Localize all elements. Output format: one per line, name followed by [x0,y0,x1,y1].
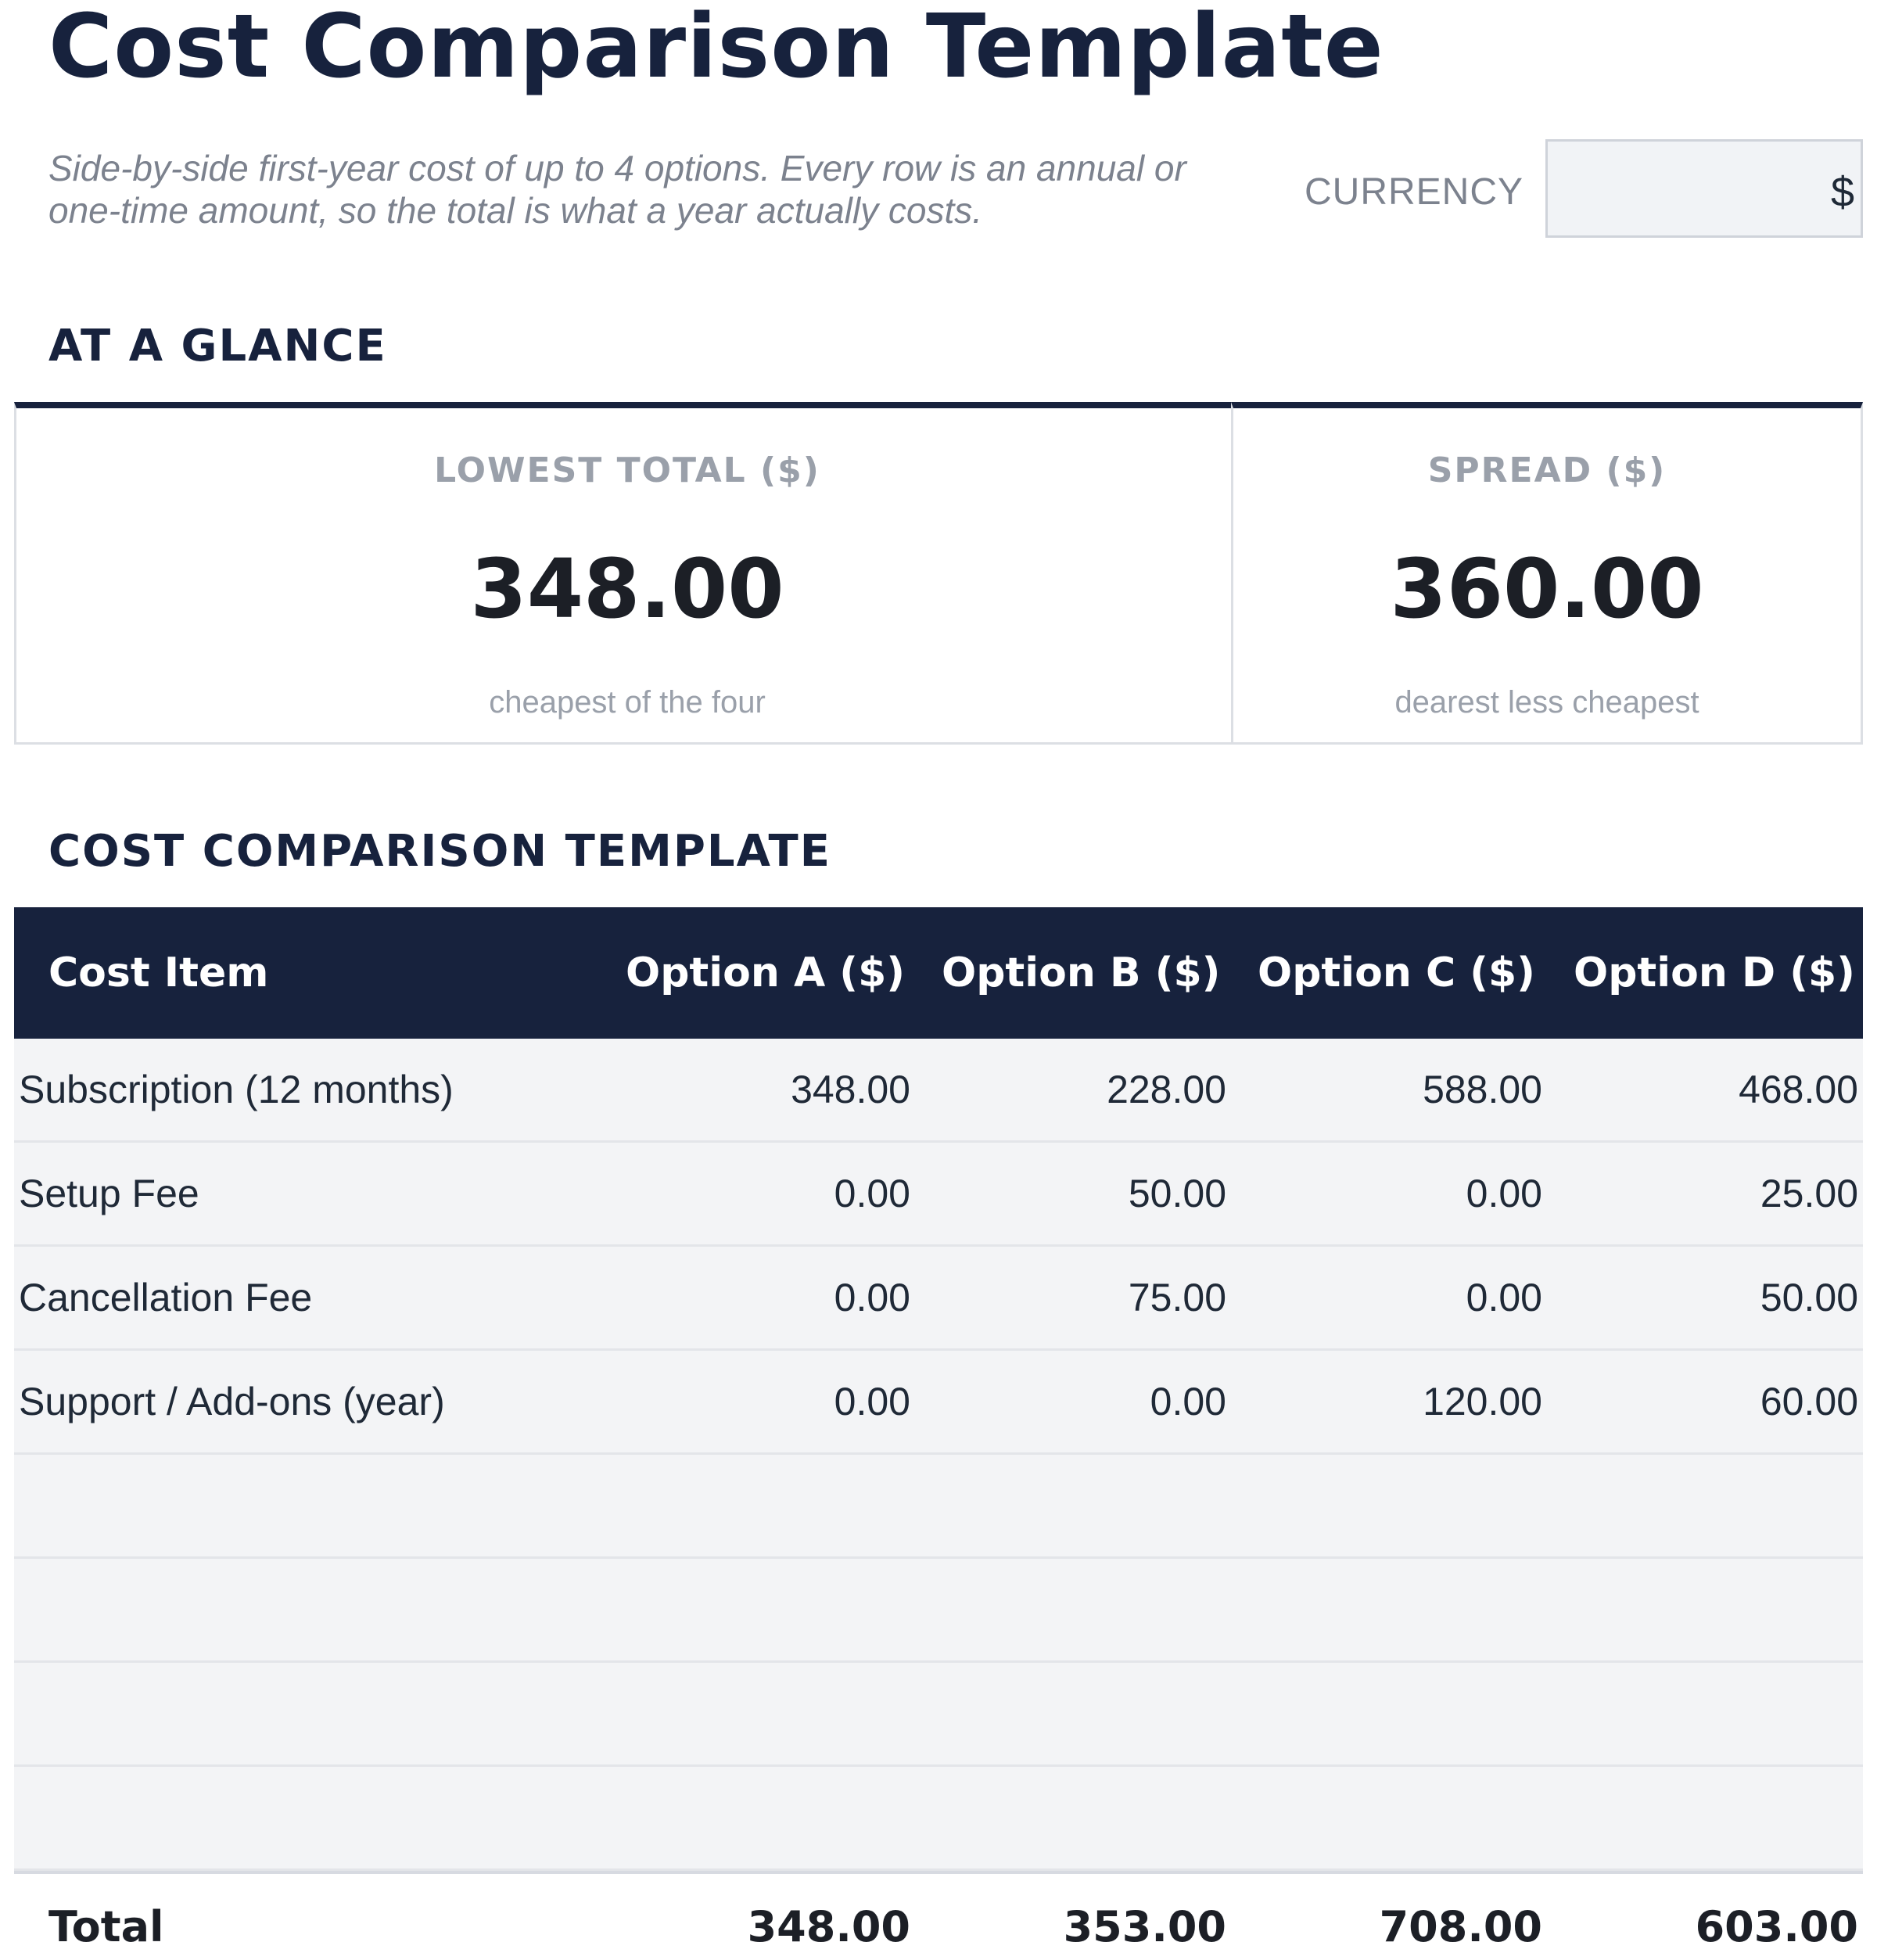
option-c-cell[interactable] [1229,1663,1542,1764]
currency-input[interactable]: $ [1545,139,1863,238]
column-header-option-c: Option C ($) [1258,949,1535,996]
spread-card: SPREAD ($) 360.00 dearest less cheapest [1231,402,1863,745]
cost-table: Cost Item Option A ($) Option B ($) Opti… [14,907,1863,1960]
lowest-total-label: LOWEST TOTAL ($) [434,451,820,490]
option-b-cell[interactable] [913,1663,1226,1764]
option-d-cell[interactable]: 25.00 [1545,1143,1858,1244]
column-header-option-a: Option A ($) [626,949,906,996]
option-d-cell[interactable] [1545,1663,1858,1764]
option-c-cell[interactable] [1229,1767,1542,1868]
option-d-cell[interactable]: 50.00 [1545,1247,1858,1348]
total-option-d: 603.00 [1695,1902,1858,1951]
option-b-cell[interactable]: 50.00 [913,1143,1226,1244]
page-title: Cost Comparison Template [48,0,1384,98]
table-row: Support / Add-ons (year) 0.00 0.00 120.0… [14,1351,1863,1455]
table-row-empty [14,1663,1863,1767]
option-d-cell[interactable] [1545,1455,1858,1556]
lowest-total-note: cheapest of the four [489,685,766,720]
option-b-cell[interactable]: 228.00 [913,1039,1226,1140]
option-a-cell[interactable] [598,1455,910,1556]
option-b-cell[interactable]: 75.00 [913,1247,1226,1348]
glance-heading: AT A GLANCE [48,321,387,372]
option-a-cell[interactable]: 0.00 [598,1143,910,1244]
page-subtitle: Side-by-side first-year cost of up to 4 … [48,148,1186,231]
table-row-empty [14,1767,1863,1871]
table-header-row: Cost Item Option A ($) Option B ($) Opti… [14,907,1863,1039]
option-c-cell[interactable]: 120.00 [1229,1351,1542,1452]
lowest-total-card: LOWEST TOTAL ($) 348.00 cheapest of the … [14,402,1240,745]
cost-item-cell[interactable]: Setup Fee [19,1143,582,1244]
spread-note: dearest less cheapest [1394,685,1699,720]
cost-item-cell[interactable] [19,1767,582,1868]
column-header-option-b: Option B ($) [942,949,1221,996]
option-d-cell[interactable] [1545,1767,1858,1868]
table-row-empty [14,1559,1863,1663]
lowest-total-value: 348.00 [470,541,784,637]
option-c-cell[interactable] [1229,1455,1542,1556]
option-c-cell[interactable] [1229,1559,1542,1660]
option-c-cell[interactable]: 588.00 [1229,1039,1542,1140]
total-option-a: 348.00 [747,1902,910,1951]
table-row: Setup Fee 0.00 50.00 0.00 25.00 [14,1143,1863,1247]
cost-item-cell[interactable]: Cancellation Fee [19,1247,582,1348]
cost-item-cell[interactable]: Support / Add-ons (year) [19,1351,582,1452]
cost-item-cell[interactable]: Subscription (12 months) [19,1039,582,1140]
option-d-cell[interactable] [1545,1559,1858,1660]
option-c-cell[interactable]: 0.00 [1229,1247,1542,1348]
cost-item-cell[interactable] [19,1455,582,1556]
table-row-empty [14,1455,1863,1559]
total-label: Total [48,1902,164,1951]
option-b-cell[interactable] [913,1455,1226,1556]
cost-item-cell[interactable] [19,1663,582,1764]
option-a-cell[interactable]: 0.00 [598,1351,910,1452]
table-row: Subscription (12 months) 348.00 228.00 5… [14,1039,1863,1143]
option-a-cell[interactable] [598,1767,910,1868]
option-a-cell[interactable]: 348.00 [598,1039,910,1140]
spread-value: 360.00 [1390,541,1704,637]
spread-label: SPREAD ($) [1427,451,1667,490]
option-a-cell[interactable] [598,1663,910,1764]
option-b-cell[interactable]: 0.00 [913,1351,1226,1452]
total-row: Total 348.00 353.00 708.00 603.00 [14,1871,1863,1960]
option-d-cell[interactable]: 468.00 [1545,1039,1858,1140]
table-heading: COST COMPARISON TEMPLATE [48,826,832,877]
option-a-cell[interactable]: 0.00 [598,1247,910,1348]
column-header-option-d: Option D ($) [1574,949,1855,996]
table-row: Cancellation Fee 0.00 75.00 0.00 50.00 [14,1247,1863,1351]
option-b-cell[interactable] [913,1559,1226,1660]
total-option-c: 708.00 [1379,1902,1542,1951]
option-a-cell[interactable] [598,1559,910,1660]
option-b-cell[interactable] [913,1767,1226,1868]
option-d-cell[interactable]: 60.00 [1545,1351,1858,1452]
option-c-cell[interactable]: 0.00 [1229,1143,1542,1244]
column-header-cost-item: Cost Item [48,949,269,996]
total-option-b: 353.00 [1063,1902,1226,1951]
cost-item-cell[interactable] [19,1559,582,1660]
currency-label: CURRENCY [1305,171,1524,213]
